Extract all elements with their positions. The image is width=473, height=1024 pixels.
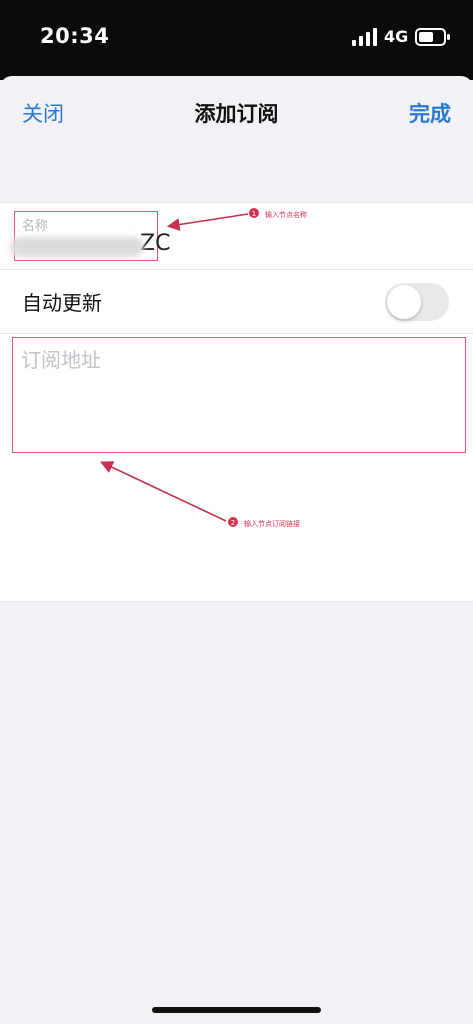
auto-update-row: 自动更新 bbox=[0, 269, 473, 334]
name-field-row[interactable]: 名称 …ZC bbox=[0, 203, 473, 270]
home-indicator[interactable] bbox=[152, 1007, 321, 1013]
subscription-url-input[interactable] bbox=[21, 344, 451, 434]
status-time: 20:34 bbox=[40, 24, 110, 48]
name-redaction-blur bbox=[10, 237, 144, 257]
auto-update-toggle[interactable] bbox=[385, 283, 449, 321]
network-type: 4G bbox=[384, 27, 409, 46]
battery-icon bbox=[415, 28, 450, 46]
navigation-bar: 关闭 添加订阅 完成 bbox=[0, 76, 473, 148]
toggle-knob bbox=[387, 285, 421, 319]
name-field-label: 名称 bbox=[22, 219, 49, 234]
done-button[interactable]: 完成 bbox=[409, 98, 451, 128]
page-title: 添加订阅 bbox=[194, 102, 279, 126]
auto-update-label: 自动更新 bbox=[22, 291, 102, 315]
cellular-signal-icon bbox=[352, 28, 377, 46]
subscription-form: 名称 …ZC 自动更新 bbox=[0, 202, 473, 602]
status-bar: 20:34 4G bbox=[0, 0, 473, 80]
subscription-url-box bbox=[12, 337, 466, 453]
add-subscription-sheet: 关闭 添加订阅 完成 名称 …ZC 自动更新 bbox=[0, 76, 473, 1024]
